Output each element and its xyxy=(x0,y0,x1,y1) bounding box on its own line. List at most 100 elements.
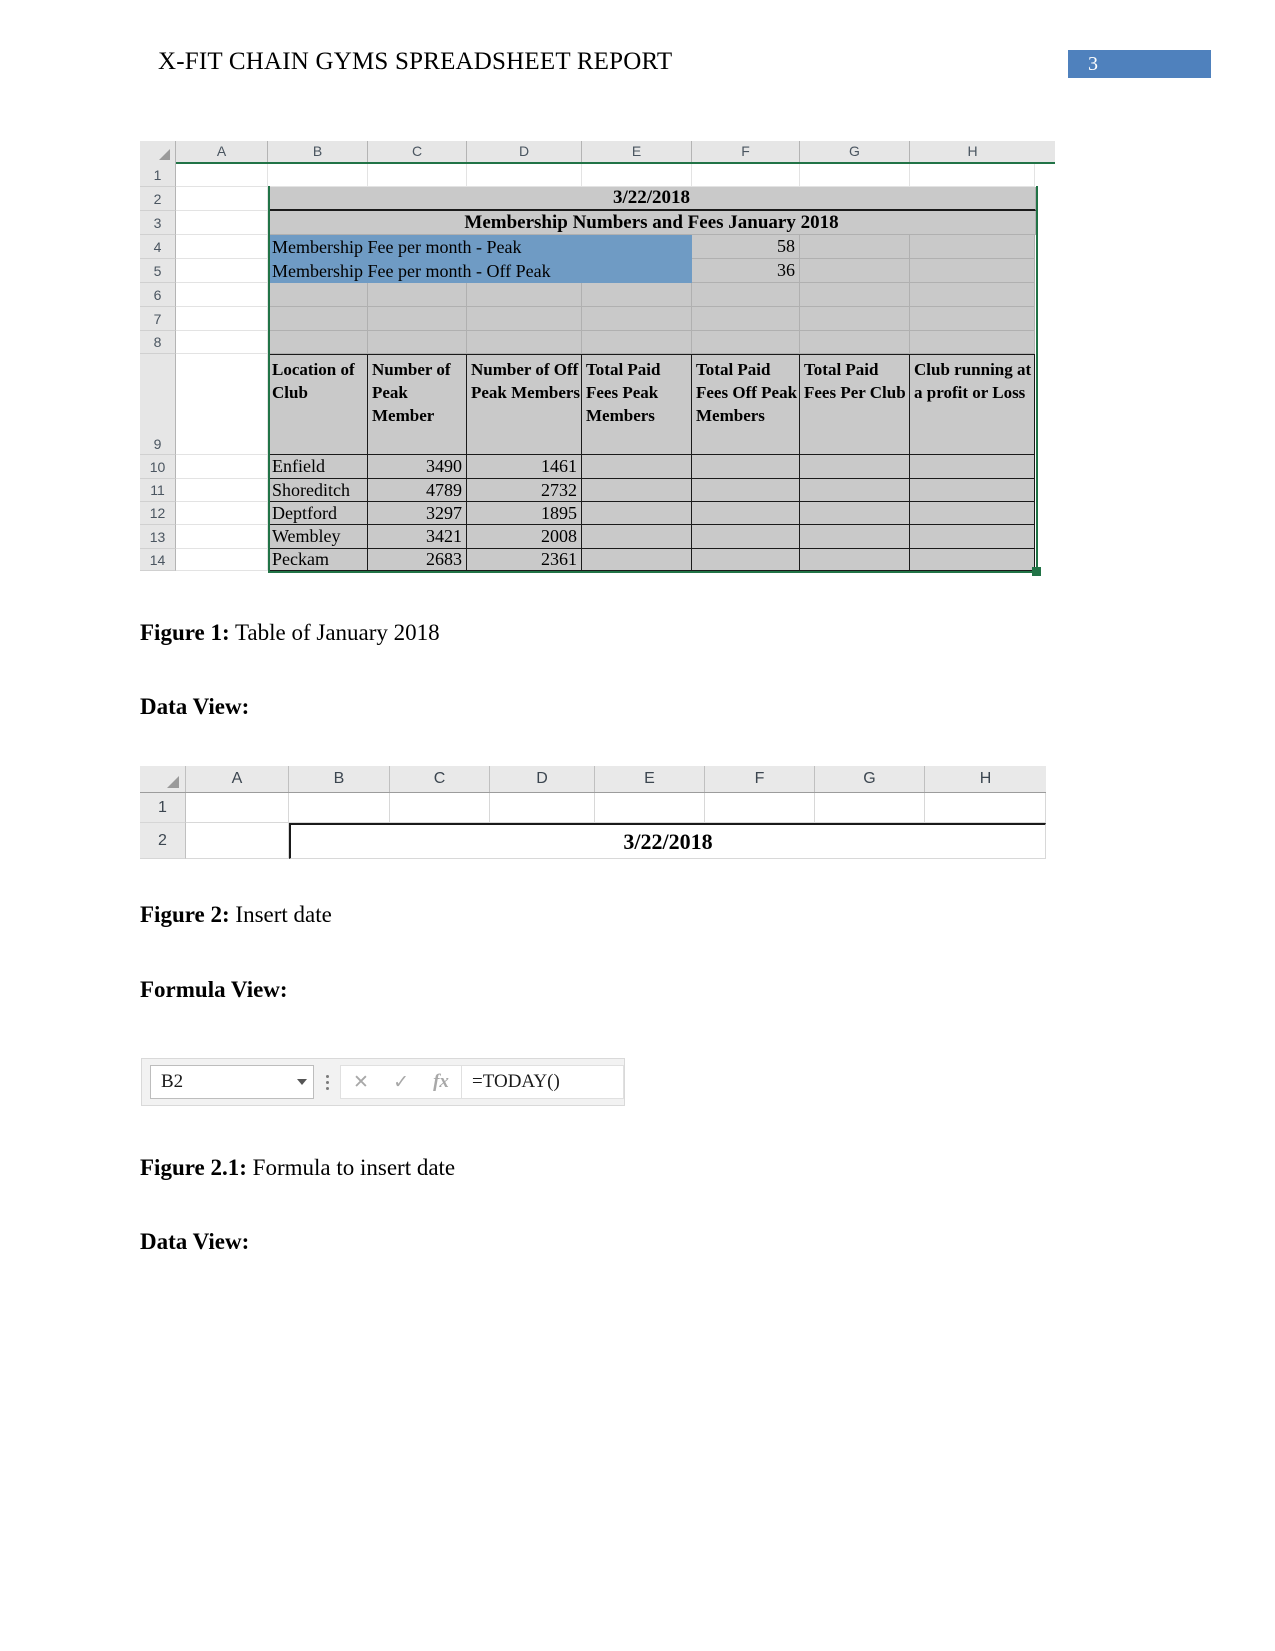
cell-location-3[interactable]: Wembley xyxy=(268,525,368,549)
formula-bar[interactable]: B2 ✕ ✓ fx =TODAY() xyxy=(141,1058,625,1106)
row-number-3[interactable]: 3 xyxy=(140,211,176,235)
cell-g5[interactable] xyxy=(800,259,910,283)
cell-a11[interactable] xyxy=(176,479,268,502)
formula-input[interactable]: =TODAY() xyxy=(462,1065,624,1099)
cell-h8[interactable] xyxy=(910,331,1035,354)
cell-a4[interactable] xyxy=(176,235,268,259)
cell-fees-peak-0[interactable] xyxy=(582,455,692,479)
cell-location-0[interactable]: Enfield xyxy=(268,455,368,479)
row-number-14[interactable]: 14 xyxy=(140,549,176,571)
cell-a6[interactable] xyxy=(176,283,268,307)
cell-f8[interactable] xyxy=(692,331,800,354)
cell-a2[interactable] xyxy=(176,187,268,211)
row-number-11[interactable]: 11 xyxy=(140,479,176,502)
cell-a10[interactable] xyxy=(176,455,268,479)
cell-h4[interactable] xyxy=(910,235,1035,259)
chevron-down-icon[interactable] xyxy=(297,1079,307,1085)
merged-date-cell-fig2[interactable]: 3/22/2018 xyxy=(289,823,1046,859)
cell-a3[interactable] xyxy=(176,211,268,235)
cell-fees-club-1[interactable] xyxy=(800,479,910,502)
cell-g4[interactable] xyxy=(800,235,910,259)
column-header-b-2[interactable]: B xyxy=(289,766,390,792)
row-number-2-fig2[interactable]: 2 xyxy=(140,823,186,859)
column-header-b[interactable]: B xyxy=(268,141,368,163)
cell-a13[interactable] xyxy=(176,525,268,549)
cell-e1-fig2[interactable] xyxy=(595,793,705,823)
cell-c7[interactable] xyxy=(368,307,467,331)
cell-a2-fig2[interactable] xyxy=(186,823,289,859)
cell-f6[interactable] xyxy=(692,283,800,307)
cell-b1[interactable] xyxy=(268,163,368,187)
cell-location-1[interactable]: Shoreditch xyxy=(268,479,368,502)
cell-fees-club-3[interactable] xyxy=(800,525,910,549)
cell-profit-loss-4[interactable] xyxy=(910,549,1035,571)
cell-a8[interactable] xyxy=(176,331,268,354)
row-number-13[interactable]: 13 xyxy=(140,525,176,549)
cell-a7[interactable] xyxy=(176,307,268,331)
cell-d1[interactable] xyxy=(467,163,582,187)
cell-h1-fig2[interactable] xyxy=(925,793,1046,823)
cell-offpeak-1[interactable]: 2732 xyxy=(467,479,582,502)
column-header-a[interactable]: A xyxy=(176,141,268,163)
cell-c1-fig2[interactable] xyxy=(390,793,490,823)
row-number-10[interactable]: 10 xyxy=(140,455,176,479)
row-number-4[interactable]: 4 xyxy=(140,235,176,259)
row-number-9[interactable]: 9 xyxy=(140,354,176,455)
cell-e1[interactable] xyxy=(582,163,692,187)
row-number-5[interactable]: 5 xyxy=(140,259,176,283)
cell-f1[interactable] xyxy=(692,163,800,187)
column-header-f[interactable]: F xyxy=(692,141,800,163)
column-header-f-2[interactable]: F xyxy=(705,766,815,792)
column-header-c[interactable]: C xyxy=(368,141,467,163)
column-header-g[interactable]: G xyxy=(800,141,910,163)
cell-g7[interactable] xyxy=(800,307,910,331)
selection-fill-handle[interactable] xyxy=(1032,567,1041,576)
cell-a14[interactable] xyxy=(176,549,268,571)
cell-offpeak-4[interactable]: 2361 xyxy=(467,549,582,571)
cell-fees-peak-1[interactable] xyxy=(582,479,692,502)
row-number-1-fig2[interactable]: 1 xyxy=(140,793,186,823)
cell-a9[interactable] xyxy=(176,354,268,455)
cell-fees-peak-3[interactable] xyxy=(582,525,692,549)
cell-b8[interactable] xyxy=(268,331,368,354)
cell-d1-fig2[interactable] xyxy=(490,793,595,823)
cell-h5[interactable] xyxy=(910,259,1035,283)
cell-profit-loss-3[interactable] xyxy=(910,525,1035,549)
cancel-icon[interactable]: ✕ xyxy=(353,1071,369,1094)
row-number-2[interactable]: 2 xyxy=(140,187,176,211)
cell-profit-loss-0[interactable] xyxy=(910,455,1035,479)
fee-peak-value-cell[interactable]: 58 xyxy=(692,235,800,259)
column-header-g-2[interactable]: G xyxy=(815,766,925,792)
column-header-e[interactable]: E xyxy=(582,141,692,163)
cell-c6[interactable] xyxy=(368,283,467,307)
cell-offpeak-0[interactable]: 1461 xyxy=(467,455,582,479)
cell-h1[interactable] xyxy=(910,163,1035,187)
enter-icon[interactable]: ✓ xyxy=(393,1071,409,1094)
cell-peak-2[interactable]: 3297 xyxy=(368,502,467,525)
row-number-7[interactable]: 7 xyxy=(140,307,176,331)
cell-peak-3[interactable]: 3421 xyxy=(368,525,467,549)
cell-fees-offpeak-2[interactable] xyxy=(692,502,800,525)
column-header-a-2[interactable]: A xyxy=(186,766,289,792)
cell-a12[interactable] xyxy=(176,502,268,525)
row-number-12[interactable]: 12 xyxy=(140,502,176,525)
cell-d8[interactable] xyxy=(467,331,582,354)
column-header-e-2[interactable]: E xyxy=(595,766,705,792)
column-header-h-2[interactable]: H xyxy=(925,766,1046,792)
select-all-corner-icon-2[interactable] xyxy=(140,766,186,792)
column-header-d[interactable]: D xyxy=(467,141,582,163)
cell-b1-fig2[interactable] xyxy=(289,793,390,823)
cell-h7[interactable] xyxy=(910,307,1035,331)
cell-d7[interactable] xyxy=(467,307,582,331)
insert-function-icon[interactable]: fx xyxy=(433,1071,449,1093)
cell-f7[interactable] xyxy=(692,307,800,331)
select-all-corner-icon[interactable] xyxy=(140,141,176,163)
column-header-h[interactable]: H xyxy=(910,141,1035,163)
column-header-d-2[interactable]: D xyxy=(490,766,595,792)
cell-g8[interactable] xyxy=(800,331,910,354)
cell-a1[interactable] xyxy=(176,163,268,187)
row-number-1[interactable]: 1 xyxy=(140,163,176,187)
cell-e6[interactable] xyxy=(582,283,692,307)
cell-fees-club-0[interactable] xyxy=(800,455,910,479)
cell-location-4[interactable]: Peckam xyxy=(268,549,368,571)
